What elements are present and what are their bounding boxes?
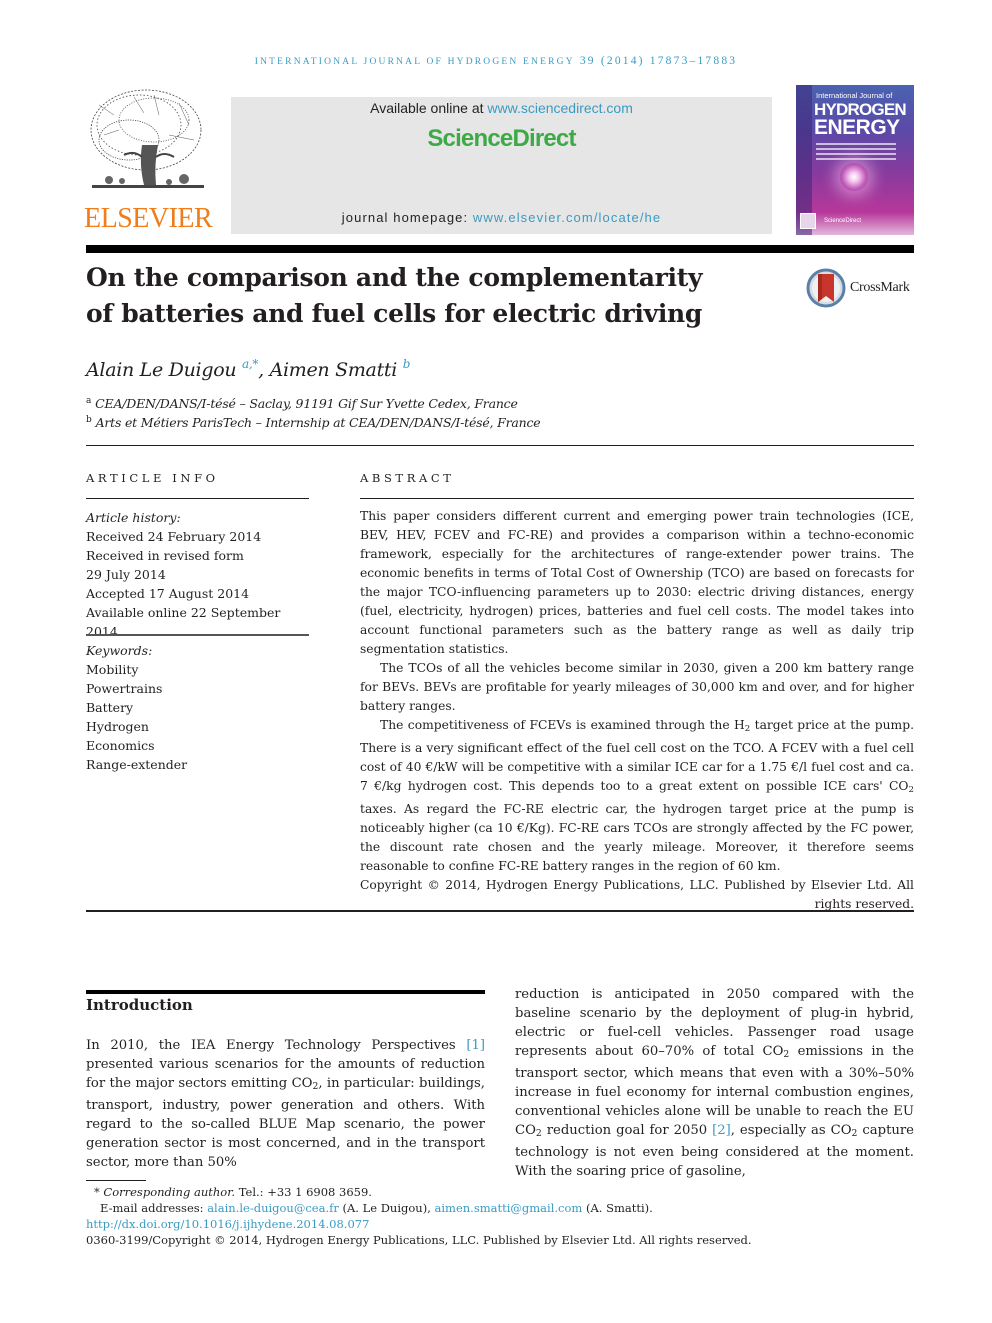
abstract-body: This paper considers different current a… xyxy=(360,507,914,914)
cover-editor-lines xyxy=(816,143,896,163)
author-name[interactable]: Alain Le Duigou xyxy=(86,359,237,381)
keywords-divider xyxy=(86,634,309,636)
sciencedirect-link[interactable]: www.sciencedirect.com xyxy=(487,100,633,116)
body-text: reduction goal for 2050 xyxy=(541,1123,713,1138)
journal-homepage-link[interactable]: www.elsevier.com/locate/he xyxy=(473,210,661,225)
masthead-divider xyxy=(86,245,914,253)
elsevier-tree-icon xyxy=(90,89,204,188)
author-separator: , xyxy=(258,359,270,381)
author-affiliation-marker[interactable]: b xyxy=(403,357,411,371)
body-text: In 2010, the IEA Energy Technology Persp… xyxy=(86,1038,467,1053)
footnote-divider xyxy=(86,1180,146,1181)
footnotes: * Corresponding author. Tel.: +33 1 6908… xyxy=(86,1184,914,1248)
email-label: E-mail addresses: xyxy=(100,1201,208,1215)
journal-pages: 17873–17883 xyxy=(649,55,738,67)
running-header: International Journal of Hydrogen Energy… xyxy=(0,55,992,67)
elsevier-logo[interactable]: ELSEVIER xyxy=(84,85,213,235)
keywords-label: Keywords: xyxy=(86,643,153,658)
journal-cover-image[interactable]: International Journal of HYDROGEN ENERGY… xyxy=(796,85,914,235)
journal-volume: 39 xyxy=(579,55,596,67)
email-link[interactable]: aimen.smatti@gmail.com xyxy=(435,1201,583,1215)
available-online-label: Available online at xyxy=(370,100,488,116)
email-owner: (A. Smatti). xyxy=(582,1201,653,1215)
affiliation-text: Arts et Métiers ParisTech – Internship a… xyxy=(95,415,541,430)
affiliation-b: b Arts et Métiers ParisTech – Internship … xyxy=(86,415,541,430)
cover-orb-graphic xyxy=(840,163,868,191)
abstract-divider xyxy=(360,498,914,499)
cover-sciencedirect: ScienceDirect xyxy=(824,218,862,224)
doi-link[interactable]: http://dx.doi.org/10.1016/j.ijhydene.201… xyxy=(86,1217,369,1231)
affiliation-label: a xyxy=(86,396,92,406)
keyword-item: Economics xyxy=(86,738,155,753)
author-affiliation-marker[interactable]: a,* xyxy=(242,357,258,371)
article-title: On the comparison and the complementarit… xyxy=(86,260,766,332)
keyword-item: Range-extender xyxy=(86,757,188,772)
journal-homepage: journal homepage: www.elsevier.com/locat… xyxy=(231,210,772,225)
article-info-divider xyxy=(86,498,309,499)
abstract-text: The competitiveness of FCEVs is examined… xyxy=(380,718,745,732)
doi-row: http://dx.doi.org/10.1016/j.ijhydene.201… xyxy=(86,1216,914,1232)
history-item: Accepted 17 August 2014 xyxy=(86,586,250,601)
keywords: Keywords: Mobility Powertrains Battery H… xyxy=(86,641,316,774)
cover-title-line1: International Journal of xyxy=(816,91,893,100)
footnote-marker: * xyxy=(94,1185,100,1199)
article-info-heading: ARTICLE INFO xyxy=(86,471,219,485)
corresponding-author-label: Corresponding author. xyxy=(103,1185,236,1199)
citation-link[interactable]: [1] xyxy=(466,1038,485,1053)
section-heading-introduction: Introduction xyxy=(86,996,193,1014)
crossmark-icon xyxy=(806,268,846,308)
crossmark-button[interactable]: CrossMark xyxy=(806,268,921,310)
author-list: Alain Le Duigou a,*, Aimen Smatti b xyxy=(86,357,410,381)
subscript: 2 xyxy=(908,785,914,795)
title-line-1: On the comparison and the complementarit… xyxy=(86,263,703,292)
journal-year: (2014) xyxy=(600,55,645,67)
telephone: Tel.: +33 1 6908 3659. xyxy=(235,1185,372,1199)
crossmark-label: CrossMark xyxy=(850,280,910,295)
section-rule xyxy=(86,990,485,994)
corresponding-author-note: * Corresponding author. Tel.: +33 1 6908… xyxy=(86,1184,914,1200)
abstract-heading: ABSTRACT xyxy=(360,471,455,485)
body-column-right: reduction is anticipated in 2050 compare… xyxy=(515,985,914,1181)
abstract-text: taxes. As regard the FC-RE electric car,… xyxy=(360,802,914,873)
keyword-item: Hydrogen xyxy=(86,719,149,734)
article-history: Article history: Received 24 February 20… xyxy=(86,508,316,641)
sciencedirect-logo[interactable]: ScienceDirect xyxy=(231,125,772,153)
affiliation-label: b xyxy=(86,415,92,425)
email-owner: (A. Le Duigou), xyxy=(338,1201,435,1215)
affiliation-a: a CEA/DEN/DANS/I-tésé – Saclay, 91191 Gif… xyxy=(86,396,518,411)
author-name[interactable]: Aimen Smatti xyxy=(270,359,398,381)
title-line-2: of batteries and fuel cells for electric… xyxy=(86,299,703,328)
body-text: , especially as CO xyxy=(730,1123,852,1138)
affiliation-text: CEA/DEN/DANS/I-tésé – Saclay, 91191 Gif … xyxy=(95,396,518,411)
abstract-paragraph: This paper considers different current a… xyxy=(360,509,914,656)
abstract-paragraph: The TCOs of all the vehicles become simi… xyxy=(360,661,914,713)
sciencedirect-banner: Available online at www.sciencedirect.co… xyxy=(231,97,772,234)
history-item: Received in revised form xyxy=(86,548,244,563)
article-history-label: Article history: xyxy=(86,510,181,525)
keyword-item: Powertrains xyxy=(86,681,163,696)
journal-homepage-label: journal homepage: xyxy=(341,210,473,225)
email-link[interactable]: alain.le-duigou@cea.fr xyxy=(207,1201,339,1215)
available-online: Available online at www.sciencedirect.co… xyxy=(231,100,772,116)
header-divider xyxy=(86,445,914,446)
history-item: Received 24 February 2014 xyxy=(86,529,262,544)
body-column-left: In 2010, the IEA Energy Technology Persp… xyxy=(86,1036,485,1172)
cover-publisher-badge xyxy=(800,213,816,229)
history-item: 29 July 2014 xyxy=(86,567,166,582)
elsevier-wordmark: ELSEVIER xyxy=(84,203,213,234)
journal-name: International Journal of Hydrogen Energy xyxy=(254,57,575,67)
issn-copyright: 0360-3199/Copyright © 2014, Hydrogen Ene… xyxy=(86,1233,752,1247)
abstract-copyright: Copyright © 2014, Hydrogen Energy Public… xyxy=(360,878,914,911)
cover-title-line3: ENERGY xyxy=(814,116,900,139)
citation-link[interactable]: [2] xyxy=(712,1123,731,1138)
abstract-paragraph: The competitiveness of FCEVs is examined… xyxy=(360,716,914,876)
abstract-bottom-divider xyxy=(86,910,914,912)
keyword-item: Mobility xyxy=(86,662,139,677)
email-addresses: E-mail addresses: alain.le-duigou@cea.fr… xyxy=(86,1200,914,1216)
keyword-item: Battery xyxy=(86,700,134,715)
